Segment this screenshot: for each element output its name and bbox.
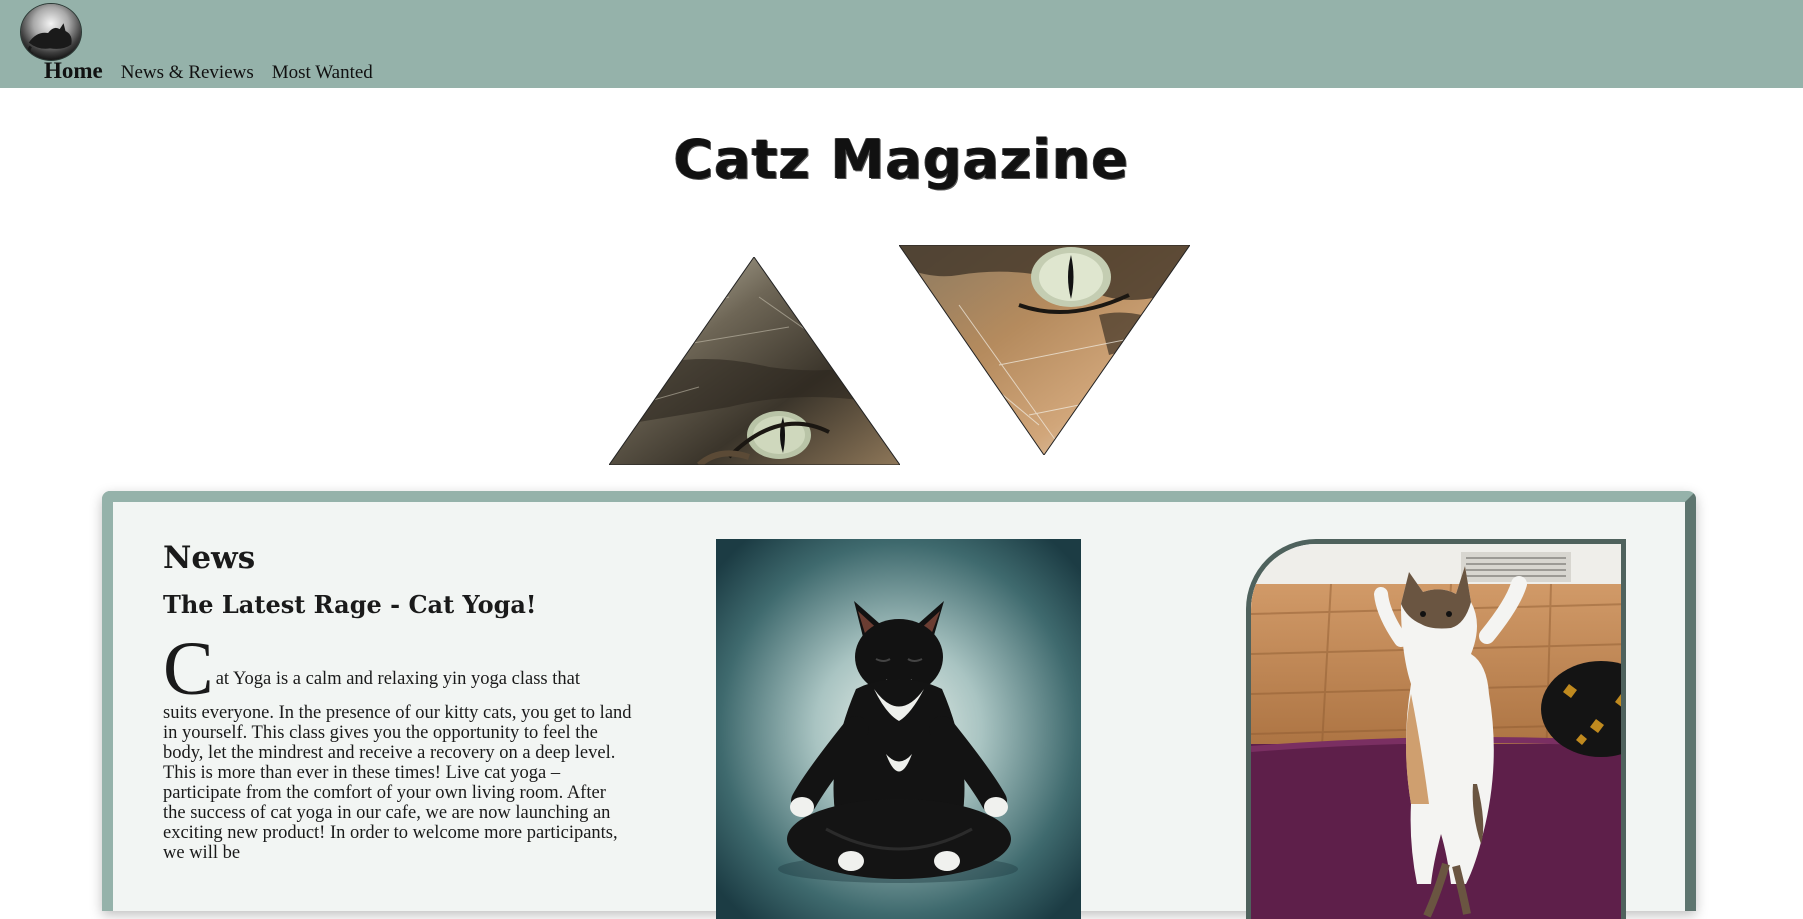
top-navigation-bar: Home News & Reviews Most Wanted	[0, 0, 1803, 88]
nav-link-most-wanted[interactable]: Most Wanted	[272, 62, 373, 84]
cat-eye-triangle-down-image	[899, 245, 1190, 455]
cat-logo-icon[interactable]	[20, 3, 82, 61]
nav-link-news-reviews[interactable]: News & Reviews	[121, 62, 254, 84]
news-card: News The Latest Rage - Cat Yoga! C at Yo…	[102, 491, 1696, 919]
article-first-line: at Yoga is a calm and relaxing yin yoga …	[215, 669, 580, 689]
meditating-cat-photo	[716, 539, 1081, 919]
news-column: News The Latest Rage - Cat Yoga! C at Yo…	[163, 540, 633, 863]
standing-cat-video[interactable]	[1246, 539, 1626, 919]
cat-eye-triangle-up-image	[609, 257, 900, 465]
news-heading: News	[163, 540, 256, 576]
article-title: The Latest Rage - Cat Yoga!	[163, 590, 537, 619]
magazine-title: Catz Magazine	[673, 128, 1130, 191]
article-text: suits everyone. In the presence of our k…	[163, 703, 632, 863]
main-nav: Home News & Reviews Most Wanted	[44, 58, 373, 84]
article-body: C at Yoga is a calm and relaxing yin yog…	[163, 627, 633, 863]
article-dropcap: C	[163, 627, 214, 711]
nav-link-home[interactable]: Home	[44, 58, 103, 84]
